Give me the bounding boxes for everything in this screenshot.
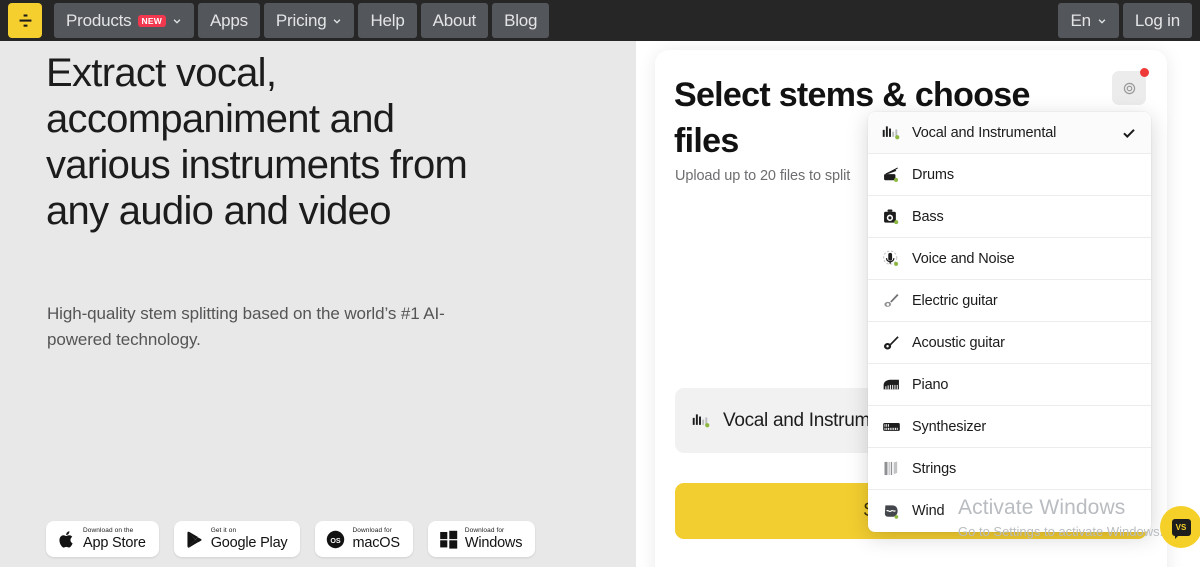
google-play-badge-top: Get it on — [210, 526, 237, 534]
nav-item-blog[interactable]: Blog — [492, 3, 550, 38]
stem-option-label: Bass — [912, 208, 944, 225]
stem-option-label: Acoustic guitar — [912, 334, 1005, 351]
stem-option-synthesizer[interactable]: Synthesizer — [868, 406, 1151, 448]
stem-option-label: Vocal and Instrumental — [912, 124, 1057, 141]
chevron-down-icon — [1098, 18, 1106, 24]
google-play-badge[interactable]: Get it on Google Play — [173, 521, 301, 557]
language-selector[interactable]: En — [1058, 3, 1119, 38]
drums-icon — [884, 167, 899, 182]
microphone-icon — [883, 250, 899, 266]
stem-option-label: Synthesizer — [912, 418, 987, 435]
nav-item-apps[interactable]: Apps — [197, 3, 260, 38]
piano-icon — [883, 379, 899, 390]
top-navigation-bar: Products NEW Apps Pricing Help About Blo… — [0, 0, 1200, 41]
macos-badge-top: Download for — [352, 526, 392, 534]
settings-button[interactable] — [1112, 68, 1149, 105]
gear-icon — [1123, 82, 1135, 94]
stem-option-label: Electric guitar — [912, 292, 998, 309]
apple-icon — [59, 530, 73, 548]
stem-option-vocal-and-instrumental[interactable]: Vocal and Instrumental — [868, 112, 1151, 154]
nav-secondary-items: En Log in — [1058, 0, 1200, 41]
windows-badge-label: Windows — [464, 535, 523, 551]
google-play-icon — [187, 531, 202, 548]
stem-option-label: Piano — [912, 376, 949, 393]
waveform-icon — [882, 126, 900, 140]
upload-card-subtitle: Upload up to 20 files to split — [675, 168, 851, 184]
stem-option-strings[interactable]: Strings — [868, 448, 1151, 490]
site-logo[interactable] — [8, 3, 42, 38]
hero-panel: Extract vocal, accompaniment and various… — [0, 0, 636, 567]
stem-option-label: Strings — [912, 460, 957, 477]
stem-option-acoustic-guitar[interactable]: Acoustic guitar — [868, 322, 1151, 364]
stem-dropdown-menu: Vocal and Instrumental Drums Bass Voice … — [868, 112, 1151, 532]
nav-primary-items: Products NEW Apps Pricing Help About Blo… — [54, 0, 550, 41]
nav-item-about[interactable]: About — [420, 3, 489, 38]
app-store-badge-top: Download on the — [83, 526, 134, 534]
macos-badge[interactable]: OS Download for macOS — [315, 521, 413, 557]
windows-badge[interactable]: Download for Windows — [427, 521, 536, 557]
page-title: Extract vocal, accompaniment and various… — [46, 51, 468, 233]
chevron-down-icon — [173, 18, 181, 24]
stem-option-electric-guitar[interactable]: Electric guitar — [868, 280, 1151, 322]
acoustic-guitar-icon — [883, 336, 899, 350]
stem-option-voice-and-noise[interactable]: Voice and Noise — [868, 238, 1151, 280]
nav-item-help[interactable]: Help — [358, 3, 417, 38]
hero-subtitle: High-quality stem splitting based on the… — [47, 304, 445, 349]
stem-option-label: Drums — [912, 166, 954, 183]
electric-guitar-icon — [884, 293, 899, 307]
login-button[interactable]: Log in — [1122, 3, 1192, 38]
windows-badge-top: Download for — [464, 526, 505, 534]
macos-badge-label: macOS — [352, 535, 400, 551]
stem-option-drums[interactable]: Drums — [868, 154, 1151, 196]
check-icon — [1123, 128, 1135, 138]
google-play-badge-label: Google Play — [210, 535, 288, 551]
stem-option-label: Wind — [912, 503, 945, 519]
stem-option-piano[interactable]: Piano — [868, 364, 1151, 406]
stem-option-wind[interactable]: Wind — [868, 490, 1151, 532]
nav-item-blog-label: Blog — [504, 10, 538, 30]
stem-option-label: Voice and Noise — [912, 250, 1015, 267]
nav-item-pricing[interactable]: Pricing — [263, 3, 355, 38]
chevron-down-icon — [334, 18, 341, 24]
app-store-badge-label: App Store — [83, 535, 146, 551]
chat-bubble-icon: VS — [1171, 518, 1191, 539]
stem-option-bass[interactable]: Bass — [868, 196, 1151, 238]
notification-dot — [1140, 68, 1149, 77]
divide-logo-icon — [19, 14, 31, 27]
nav-item-apps-label: Apps — [209, 10, 248, 30]
login-button-label: Log in — [1134, 10, 1180, 30]
strings-icon — [884, 461, 898, 476]
nav-item-about-label: About — [432, 10, 477, 30]
app-store-badge[interactable]: Download on the App Store — [46, 521, 159, 557]
nav-item-products-label: Products — [66, 10, 132, 30]
waveform-icon — [692, 414, 710, 428]
support-chat-widget[interactable]: VS — [1160, 506, 1200, 548]
store-badge-list: Download on the App Store Get it on Goog… — [46, 521, 536, 557]
page-root: Extract vocal, accompaniment and various… — [0, 0, 1200, 567]
wind-instrument-icon — [884, 504, 899, 519]
macos-icon: OS — [327, 530, 345, 548]
new-badge: NEW — [137, 14, 166, 27]
nav-item-pricing-label: Pricing — [275, 10, 327, 30]
synthesizer-icon — [883, 423, 900, 431]
nav-item-products[interactable]: Products NEW — [54, 3, 194, 38]
svg-text:OS: OS — [331, 536, 342, 544]
nav-item-help-label: Help — [370, 10, 405, 30]
bass-amp-icon — [884, 209, 899, 225]
windows-icon — [440, 530, 458, 549]
language-selector-label: En — [1070, 10, 1091, 30]
